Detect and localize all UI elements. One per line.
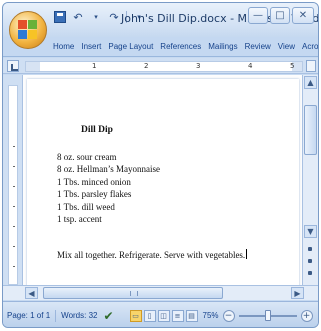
close-button[interactable]: ✕ [292,7,314,24]
horizontal-scroll-thumb[interactable] [43,287,223,299]
next-page-icon[interactable] [308,271,312,275]
plus-icon: + [302,310,311,321]
scroll-down-button[interactable]: ▼ [304,225,317,238]
horizontal-ruler[interactable]: 1 2 3 4 5 [25,61,303,72]
tab-home[interactable]: Home [53,42,74,51]
scroll-up-button[interactable]: ▲ [304,76,317,89]
ingredient-line: 8 oz. Hellman’s Mayonnaise [57,164,160,175]
zoom-in-button[interactable]: + [300,309,313,322]
redo-icon[interactable]: ↷ [107,10,121,24]
ruler-number: 5 [290,62,295,70]
zoom-out-button[interactable]: − [222,309,235,322]
ruler-left-margin [26,62,40,71]
proofing-check-icon[interactable]: ✔ [103,309,113,323]
web-layout-button[interactable]: ◫ [157,309,170,322]
window-controls: — □ ✕ [248,7,314,24]
text-cursor [246,249,248,259]
ruler-number: 4 [248,62,253,70]
word-count[interactable]: Words: 32 [61,311,97,320]
ribbon-tabs: Home Insert Page Layout References Maili… [3,37,318,57]
maximize-icon: □ [275,10,285,21]
document-area[interactable]: Dill Dip 8 oz. sour cream 8 oz. Hellman’… [23,75,303,289]
word-window: ↶ ▾ ↷ ▾ John's Dill Dip.docx - Microsoft… [2,2,319,328]
ruler-bar: 1 2 3 4 5 [3,58,318,74]
document-page[interactable]: Dill Dip 8 oz. sour cream 8 oz. Hellman’… [27,79,299,289]
ruler-number: 3 [196,62,201,70]
view-buttons: ▭ ▯ ◫ ≡ ▤ [129,309,198,322]
instructions-line: Mix all together. Refrigerate. Serve wit… [57,249,248,260]
scroll-left-button[interactable]: ◀ [25,287,38,299]
title-bar: ↶ ▾ ↷ ▾ John's Dill Dip.docx - Microsoft… [3,3,318,37]
maximize-button[interactable]: □ [270,7,290,24]
select-browse-object-icon[interactable] [308,259,312,263]
full-screen-reading-button[interactable]: ▯ [143,309,156,322]
vertical-ruler [3,75,23,285]
print-layout-button[interactable]: ▭ [129,309,142,322]
document-heading: Dill Dip [81,125,113,135]
tab-acrobat[interactable]: Acrobat [302,42,318,51]
page-count[interactable]: Page: 1 of 1 [7,311,50,320]
zoom-level[interactable]: 75% [203,311,219,320]
tab-mailings[interactable]: Mailings [208,42,237,51]
ruler-number: 1 [92,62,97,70]
chevron-down-icon[interactable]: ▾ [89,10,103,24]
view-ruler-toggle[interactable] [306,60,316,72]
ingredient-line: 1 Tbs. dill weed [57,201,115,212]
web-layout-icon: ◫ [160,311,167,320]
print-layout-icon: ▭ [132,311,139,320]
tab-page-layout[interactable]: Page Layout [108,42,153,51]
draft-button[interactable]: ▤ [185,309,198,322]
tab-references[interactable]: References [160,42,201,51]
status-divider [55,309,57,322]
vertical-scrollbar[interactable]: ▲ ▼ [302,75,318,285]
close-icon: ✕ [298,10,308,21]
tab-review[interactable]: Review [245,42,271,51]
ruler-number: 2 [144,62,149,70]
grip-icon [130,291,138,296]
minimize-icon: — [253,10,263,21]
save-icon[interactable] [53,10,67,24]
previous-page-icon[interactable] [308,247,312,251]
tab-insert[interactable]: Insert [81,42,101,51]
ingredient-line: 1 Tbs. parsley flakes [57,189,132,200]
arrow-right-icon: ▶ [294,288,301,298]
arrow-up-icon: ▲ [307,78,314,87]
outline-icon: ≡ [174,311,181,320]
tab-selector[interactable] [7,60,19,72]
ingredient-line: 8 oz. sour cream [57,152,117,162]
undo-icon[interactable]: ↶ [71,10,85,24]
vertical-scroll-thumb[interactable] [304,105,317,155]
instructions-text: Mix all together. Refrigerate. Serve wit… [57,250,246,260]
ingredient-line: 1 tsp. accent [57,213,102,224]
office-logo-icon [18,20,38,40]
scroll-right-button[interactable]: ▶ [291,287,304,299]
arrow-left-icon: ◀ [28,288,35,298]
status-bar: Page: 1 of 1 Words: 32 ✔ ▭ ▯ ◫ ≡ ▤ 75% −… [3,301,318,327]
zoom-slider[interactable] [238,309,297,321]
ingredient-list: 8 oz. sour cream 8 oz. Hellman’s Mayonna… [57,151,160,225]
office-button[interactable] [9,11,47,49]
zoom-slider-thumb[interactable] [264,309,271,321]
draft-icon: ▤ [188,311,195,320]
reading-icon: ▯ [147,311,152,320]
arrow-down-icon: ▼ [307,227,314,236]
outline-button[interactable]: ≡ [171,309,184,322]
minus-icon: − [224,310,233,321]
ingredient-line: 1 Tbs. minced onion [57,176,131,187]
horizontal-scrollbar[interactable]: ◀ ▶ [3,285,318,300]
minimize-button[interactable]: — [248,7,268,24]
tab-view[interactable]: View [278,42,295,51]
vertical-ruler-track [8,85,18,285]
